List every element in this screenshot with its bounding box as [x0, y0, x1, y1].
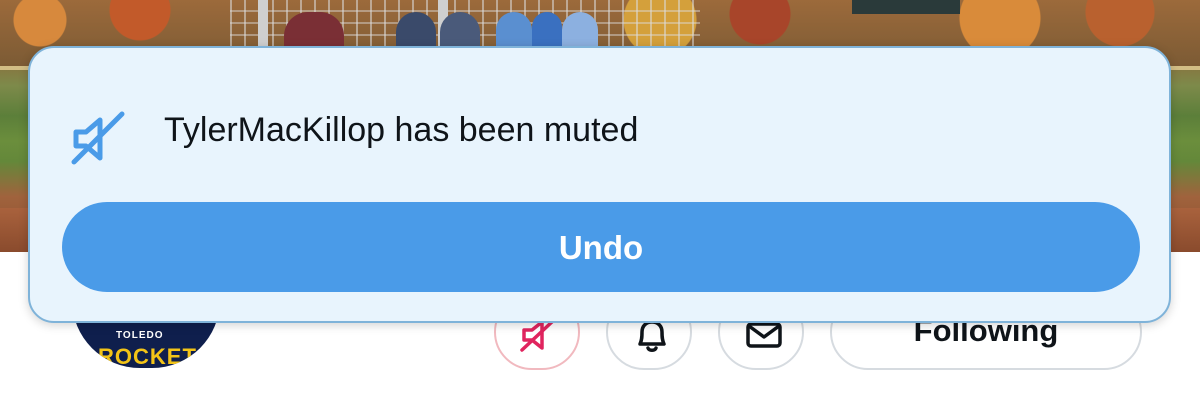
mute-toast: TylerMacKillop has been muted Undo — [28, 46, 1171, 323]
muted-speaker-icon — [520, 318, 556, 352]
banner-scoreboard — [852, 0, 960, 14]
toast-message: TylerMacKillop has been muted — [164, 111, 639, 149]
muted-speaker-icon — [71, 111, 125, 165]
undo-button[interactable]: Undo — [62, 202, 1140, 292]
envelope-icon — [746, 322, 782, 348]
bell-icon — [638, 320, 666, 352]
avatar-logo-wordmark: ROCKETS — [98, 344, 213, 369]
avatar-logo-text: TOLEDO — [116, 330, 164, 341]
profile-screen: TOLEDO ROCKETS Following TylerMacKillop … — [0, 0, 1200, 393]
